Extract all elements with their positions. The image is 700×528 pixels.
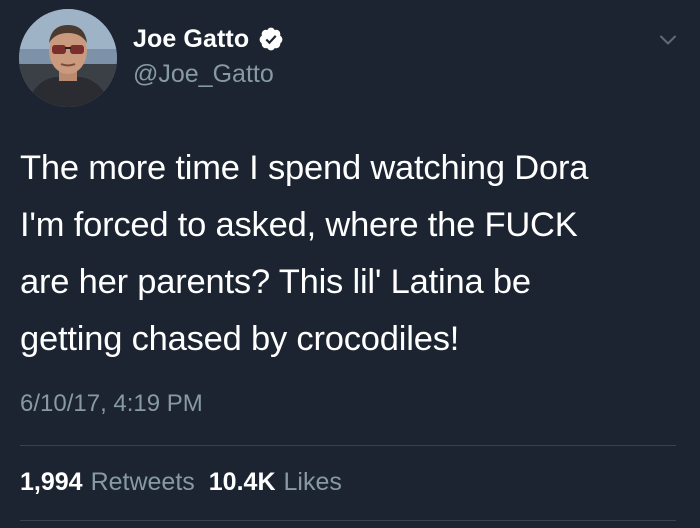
avatar-image [19, 9, 117, 107]
divider [20, 445, 676, 446]
tweet-text: The more time I spend watching Dora I'm … [20, 140, 685, 368]
tweet-text-line: are her parents? This lil' Latina be [20, 263, 531, 301]
likes-stat[interactable]: 10.4K Likes [209, 468, 342, 497]
divider [20, 520, 676, 521]
tweet-text-line: I'm forced to asked, where the FUCK [20, 206, 578, 244]
author-name-row[interactable]: Joe Gatto [133, 22, 284, 56]
likes-label: Likes [283, 468, 342, 496]
author-display-name[interactable]: Joe Gatto [133, 25, 249, 54]
author-handle[interactable]: @Joe_Gatto [133, 60, 274, 89]
tweet-text-line: The more time I spend watching Dora [20, 149, 589, 187]
tweet-timestamp[interactable]: 6/10/17, 4:19 PM [20, 390, 203, 418]
retweets-label: Retweets [90, 468, 195, 496]
retweets-stat[interactable]: 1,994 Retweets [20, 468, 195, 497]
retweets-count: 1,994 [20, 468, 83, 496]
likes-count: 10.4K [208, 468, 276, 496]
tweet-stats: 1,994 Retweets 10.4K Likes [20, 468, 342, 497]
tweet-text-line: getting chased by crocodiles! [20, 320, 460, 358]
avatar[interactable] [19, 9, 117, 107]
tweet-card: Joe Gatto @Joe_Gatto The more time I spe… [0, 0, 700, 528]
chevron-down-icon[interactable] [656, 28, 680, 52]
verified-badge-icon [258, 26, 284, 52]
